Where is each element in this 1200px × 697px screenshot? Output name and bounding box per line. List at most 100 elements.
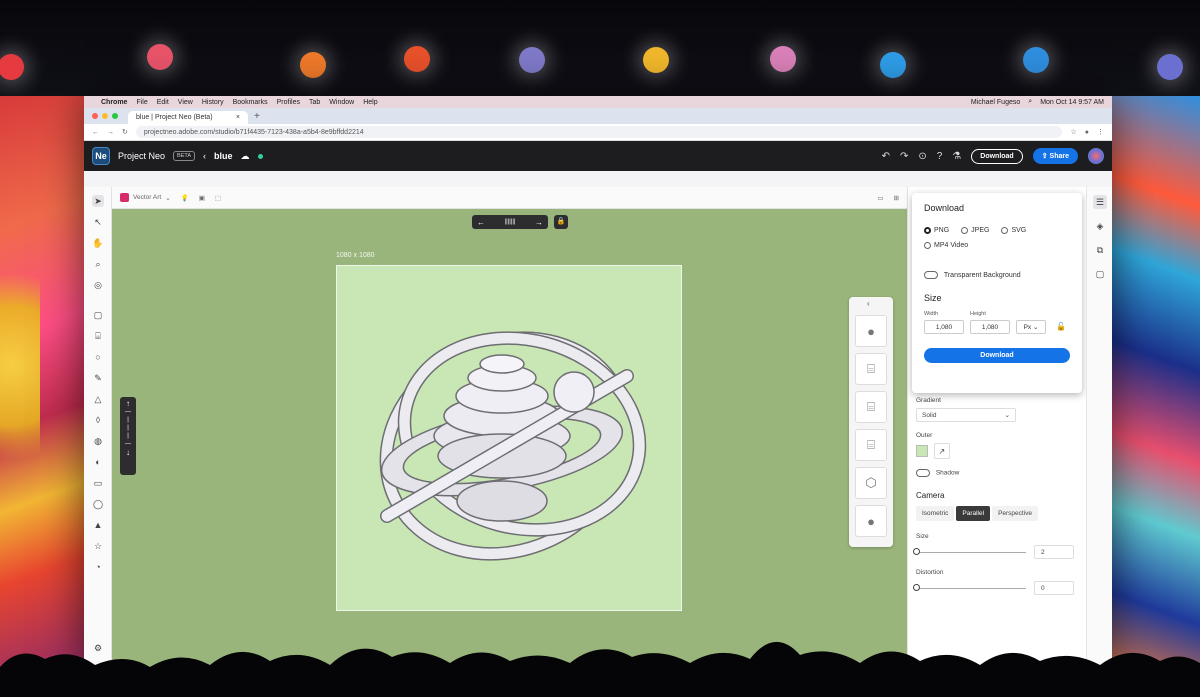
shape-cylinder[interactable]: ⌸ bbox=[855, 353, 887, 385]
size-input[interactable]: 2 bbox=[1034, 545, 1074, 559]
new-tab-icon[interactable]: + bbox=[254, 110, 260, 124]
format-mp4-radio[interactable]: MP4 Video bbox=[924, 242, 1070, 249]
zoom-window-button[interactable] bbox=[112, 113, 118, 119]
shape-disc[interactable]: ● bbox=[855, 505, 887, 537]
width-input[interactable]: 1,080 bbox=[924, 320, 964, 334]
browser-tab[interactable]: blue | Project Neo (Beta) × bbox=[128, 111, 248, 124]
back-chevron-icon[interactable]: ‹ bbox=[203, 151, 206, 161]
slider-knob[interactable] bbox=[913, 548, 920, 555]
menu-help[interactable]: Help bbox=[363, 99, 377, 106]
drop-tool-icon[interactable]: ◊ bbox=[92, 414, 104, 426]
toggle-switch[interactable] bbox=[916, 469, 930, 477]
zoom-rail[interactable]: ↑ — | | | — ↓ bbox=[120, 397, 136, 475]
arrow-up-icon[interactable]: ↑ bbox=[120, 399, 136, 408]
shape-cylinder-tall[interactable]: ⌸ bbox=[855, 429, 887, 461]
document-name[interactable]: blue bbox=[214, 151, 233, 161]
ring-tool-icon[interactable]: ◯ bbox=[92, 498, 104, 510]
undo-icon[interactable]: ↶ bbox=[882, 151, 890, 162]
search-icon[interactable]: ⌕ bbox=[1028, 98, 1032, 106]
shape-cylinder-short[interactable]: ⌸ bbox=[855, 391, 887, 423]
minimize-window-button[interactable] bbox=[102, 113, 108, 119]
adjust-icon[interactable]: ⊞ bbox=[894, 194, 899, 202]
settings-circle-icon[interactable]: ⊙ bbox=[918, 151, 926, 162]
star-tool-icon[interactable]: ☆ bbox=[92, 540, 104, 552]
pen-tool-icon[interactable]: ✎ bbox=[92, 372, 104, 384]
neo-logo-icon[interactable]: Ne bbox=[92, 147, 110, 165]
close-tab-icon[interactable]: × bbox=[236, 114, 240, 121]
orbit-tool-icon[interactable]: ◎ bbox=[92, 279, 104, 291]
profile-icon[interactable]: ● bbox=[1085, 129, 1089, 136]
folder-tool-icon[interactable]: ▭ bbox=[92, 477, 104, 489]
arrow-down-icon[interactable]: ↓ bbox=[120, 448, 136, 457]
format-svg-radio[interactable]: SVG bbox=[1001, 227, 1026, 234]
unit-select[interactable]: Px ⌄ bbox=[1016, 320, 1046, 334]
shape-cube[interactable]: ⬡ bbox=[855, 467, 887, 499]
redo-icon[interactable]: ↷ bbox=[900, 151, 908, 162]
cube-tool-icon[interactable]: ▢ bbox=[92, 309, 104, 321]
camera-parallel-button[interactable]: Parallel bbox=[956, 506, 991, 521]
arrow-right-icon[interactable]: → bbox=[535, 218, 543, 227]
comments-icon[interactable]: ▢ bbox=[1093, 267, 1107, 281]
toggle-view-icon[interactable]: ▭ bbox=[877, 194, 883, 202]
lab-flask-icon[interactable]: ⚗ bbox=[952, 151, 961, 162]
capsule-tool-icon[interactable]: ◐ bbox=[92, 456, 104, 468]
menu-datetime[interactable]: Mon Oct 14 9:57 AM bbox=[1040, 99, 1104, 106]
bookmark-star-icon[interactable]: ☆ bbox=[1070, 128, 1076, 136]
select-tool-icon[interactable]: ➤ bbox=[92, 195, 104, 207]
torus-tool-icon[interactable]: ◍ bbox=[92, 435, 104, 447]
menu-edit[interactable]: Edit bbox=[157, 99, 169, 106]
more-icon[interactable]: ⋮ bbox=[1097, 128, 1104, 136]
avatar[interactable] bbox=[1088, 148, 1104, 164]
size-slider[interactable] bbox=[913, 548, 1026, 555]
shape-sphere[interactable]: ● bbox=[855, 315, 887, 347]
format-png-radio[interactable]: PNG bbox=[924, 227, 949, 234]
light-bulb-icon[interactable]: 💡 bbox=[181, 194, 189, 202]
view-nav-control[interactable]: ← ||||||| → bbox=[472, 215, 548, 229]
cone-tool-icon[interactable]: △ bbox=[92, 393, 104, 405]
nav-track[interactable]: ||||||| bbox=[505, 219, 516, 225]
gradient-select[interactable]: Solid ⌄ bbox=[916, 408, 1016, 422]
distortion-slider[interactable] bbox=[913, 584, 1026, 591]
direct-select-tool-icon[interactable]: ↖ bbox=[92, 216, 104, 228]
menu-tab[interactable]: Tab bbox=[309, 99, 320, 106]
menu-user[interactable]: Michael Fugeso bbox=[971, 99, 1020, 106]
distortion-input[interactable]: 0 bbox=[1034, 581, 1074, 595]
gyroscope-illustration[interactable] bbox=[337, 266, 683, 612]
layers-icon[interactable]: ◈ bbox=[1093, 219, 1107, 233]
lock-icon[interactable]: 🔒 bbox=[554, 215, 568, 229]
text-shape-tool-icon[interactable]: ◔ bbox=[92, 561, 104, 573]
canvas-area[interactable]: ← ||||||| → 🔒 ↑ —|||— ↓ 1080 x 1080 bbox=[112, 209, 907, 672]
menu-app-name[interactable]: Chrome bbox=[101, 99, 127, 106]
properties-icon[interactable]: ☰ bbox=[1093, 195, 1107, 209]
zoom-track[interactable]: — | | | — bbox=[120, 408, 136, 448]
libraries-icon[interactable]: ⧉ bbox=[1093, 243, 1107, 257]
forward-icon[interactable]: → bbox=[107, 129, 114, 136]
format-jpeg-radio[interactable]: JPEG bbox=[961, 227, 989, 234]
hand-tool-icon[interactable]: ✋ bbox=[92, 237, 104, 249]
menu-bookmarks[interactable]: Bookmarks bbox=[233, 99, 268, 106]
shadow-toggle[interactable]: Shadow bbox=[916, 469, 1076, 477]
reload-icon[interactable]: ↻ bbox=[122, 128, 128, 136]
toggle-switch[interactable] bbox=[924, 271, 938, 279]
style-dropdown[interactable]: Vector Art ⌄ bbox=[120, 193, 171, 202]
arrow-left-icon[interactable]: ← bbox=[477, 218, 485, 227]
cylinder-tool-icon[interactable]: ⌸ bbox=[92, 330, 104, 342]
aspect-lock-icon[interactable]: 🔓 bbox=[1056, 322, 1066, 331]
outer-color-swatch[interactable] bbox=[916, 445, 928, 457]
address-bar[interactable]: projectneo.adobe.com/studio/b71f4435-712… bbox=[135, 126, 1063, 138]
height-input[interactable]: 1,080 bbox=[970, 320, 1010, 334]
help-icon[interactable]: ? bbox=[937, 151, 943, 162]
camera-isometric-button[interactable]: Isometric bbox=[916, 506, 955, 521]
menu-window[interactable]: Window bbox=[329, 99, 354, 106]
menu-view[interactable]: View bbox=[178, 99, 193, 106]
open-color-picker-icon[interactable]: ↗ bbox=[933, 443, 950, 459]
menu-profiles[interactable]: Profiles bbox=[277, 99, 300, 106]
zoom-tool-icon[interactable]: ⌕ bbox=[92, 258, 104, 270]
transparent-background-toggle[interactable]: Transparent Background bbox=[924, 271, 1070, 279]
image-mode-icon[interactable]: ▣ bbox=[199, 194, 205, 202]
pyramid-tool-icon[interactable]: ▲ bbox=[92, 519, 104, 531]
share-button[interactable]: ⇪ Share bbox=[1032, 148, 1078, 164]
slider-knob[interactable] bbox=[913, 584, 920, 591]
menu-file[interactable]: File bbox=[136, 99, 147, 106]
collapse-chevron-icon[interactable]: ‹ bbox=[867, 299, 870, 308]
